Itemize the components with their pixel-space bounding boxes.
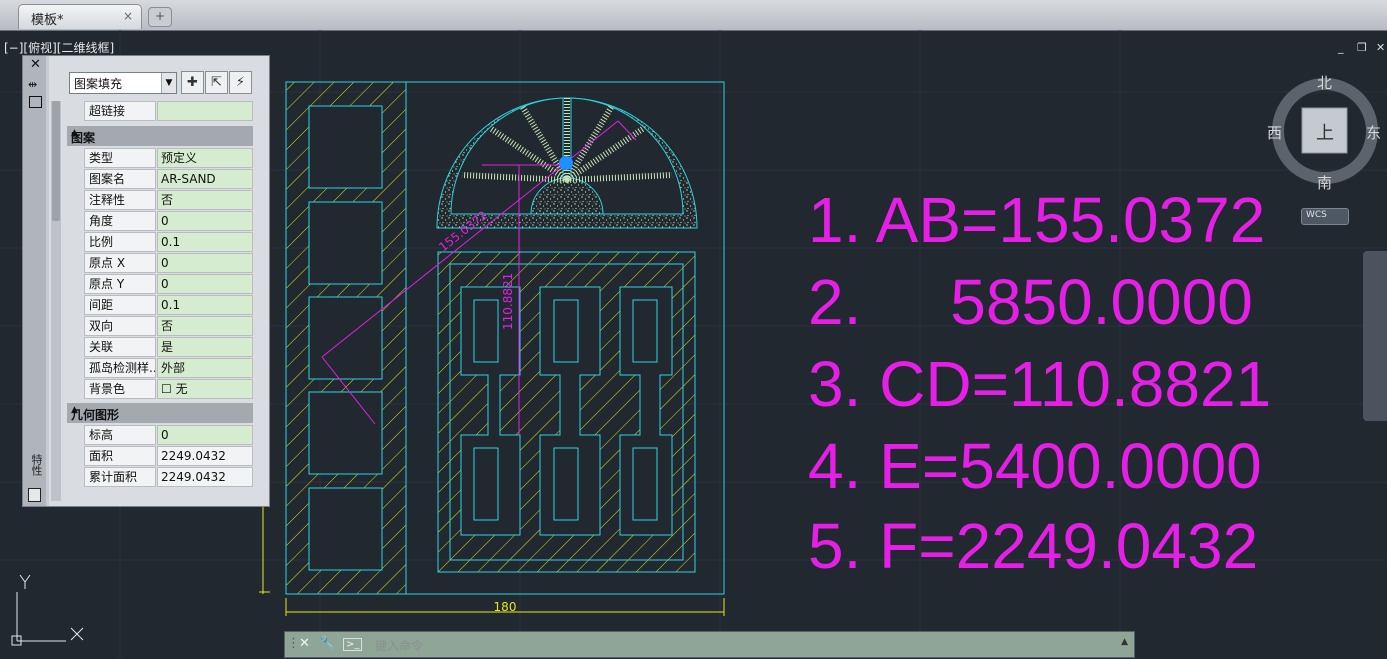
property-row[interactable]: 关联是 bbox=[84, 337, 253, 357]
answer-1: 1. AB=155.0372 bbox=[808, 184, 1266, 256]
pickadd-icon: ✚ bbox=[187, 75, 198, 90]
property-value[interactable]: 0.1 bbox=[157, 232, 253, 252]
dim-text-vertical: 110.8821 bbox=[501, 273, 515, 330]
property-value[interactable]: ☐ 无 bbox=[157, 379, 253, 399]
property-value: 2249.0432 bbox=[157, 446, 253, 466]
property-key: 孤岛检测样... bbox=[84, 358, 156, 378]
property-key: 间距 bbox=[84, 295, 156, 315]
viewport-label[interactable]: [−][俯视][二维线框] bbox=[4, 39, 114, 56]
object-type-value: 图案填充 bbox=[74, 77, 123, 91]
close-icon[interactable]: ✕ bbox=[1376, 41, 1385, 54]
restore-icon[interactable]: ❐ bbox=[1357, 41, 1367, 54]
palette-props-icon[interactable] bbox=[28, 488, 41, 502]
property-row[interactable]: 原点 Y0 bbox=[84, 274, 253, 294]
section-header-pattern[interactable]: 图案 ▲ bbox=[67, 126, 253, 146]
palette-autohide-icon[interactable]: ⇹ bbox=[28, 78, 37, 91]
toggle-pickadd-button[interactable]: ✚ bbox=[181, 71, 204, 94]
property-value[interactable]: AR-SAND bbox=[157, 169, 253, 189]
minimize-icon[interactable]: _ bbox=[1338, 41, 1344, 54]
grip-point[interactable] bbox=[559, 156, 573, 170]
property-key: 关联 bbox=[84, 337, 156, 357]
palette-title-strip[interactable]: ✕ ⇹ 特性 bbox=[23, 56, 46, 506]
quick-select-button[interactable]: ⚡ bbox=[229, 71, 252, 94]
close-icon[interactable]: ✕ bbox=[299, 636, 310, 651]
property-key: 累计面积 bbox=[84, 467, 156, 487]
property-key: 类型 bbox=[84, 148, 156, 168]
property-row[interactable]: 角度 0 bbox=[84, 211, 253, 231]
answer-4: 4. E=5400.0000 bbox=[808, 430, 1262, 502]
quick-select-icon: ⚡ bbox=[235, 75, 246, 90]
property-row[interactable]: 面积 2249.0432 bbox=[84, 446, 253, 466]
property-value[interactable]: 0 bbox=[157, 253, 253, 273]
select-objects-icon: ⇱ bbox=[211, 75, 222, 90]
palette-side-label: 特性 bbox=[30, 454, 43, 476]
property-key: 比例 bbox=[84, 232, 156, 252]
property-value[interactable]: 外部 bbox=[157, 358, 253, 378]
compass-north[interactable]: 北 bbox=[1317, 72, 1332, 93]
property-value[interactable]: 0 bbox=[157, 211, 253, 231]
palette-menu-icon[interactable] bbox=[29, 96, 42, 108]
navigation-bar[interactable] bbox=[1363, 251, 1387, 421]
property-value[interactable]: 是 bbox=[157, 337, 253, 357]
property-row[interactable]: 原点 X0 bbox=[84, 253, 253, 273]
answer-2: 2. 5850.0000 bbox=[808, 266, 1253, 338]
property-value[interactable]: 0 bbox=[157, 274, 253, 294]
chevron-down-icon: ▼ bbox=[161, 73, 176, 93]
property-value[interactable]: 否 bbox=[157, 190, 253, 210]
command-line[interactable]: ⋮ ✕ 🔧 >_ 键入命令 ▲ bbox=[284, 631, 1135, 658]
property-value: 2249.0432 bbox=[157, 467, 253, 487]
property-row[interactable]: 标高 0 bbox=[84, 425, 253, 445]
answer-5: 5. F=2249.0432 bbox=[808, 510, 1259, 582]
property-row[interactable]: 累计面积 2249.0432 bbox=[84, 467, 253, 487]
property-key: 注释性 bbox=[84, 190, 156, 210]
answer-3: 3. CD=110.8821 bbox=[808, 348, 1272, 420]
property-row-hyperlink[interactable]: 超链接 bbox=[84, 101, 253, 121]
section-header-geometry[interactable]: 几何图形 ▲ bbox=[67, 403, 253, 423]
chevron-up-icon[interactable]: ▲ bbox=[1121, 637, 1128, 647]
wcs-label: WCS bbox=[1306, 210, 1327, 220]
property-row[interactable]: 孤岛检测样... 外部 bbox=[84, 358, 253, 378]
property-value[interactable]: 预定义 bbox=[157, 148, 253, 168]
property-row[interactable]: 比例 0.1 bbox=[84, 232, 253, 252]
property-row[interactable]: 背景色 ☐ 无 bbox=[84, 379, 253, 399]
property-value[interactable]: 0.1 bbox=[157, 295, 253, 315]
property-row[interactable]: 注释性否 bbox=[84, 190, 253, 210]
property-row[interactable]: 间距 0.1 bbox=[84, 295, 253, 315]
property-row[interactable]: 类型 预定义 bbox=[84, 148, 253, 168]
property-value[interactable] bbox=[157, 101, 253, 121]
collapse-icon[interactable]: ▲ bbox=[71, 405, 245, 415]
property-row[interactable]: 双向否 bbox=[84, 316, 253, 336]
ucs-icon bbox=[11, 574, 84, 646]
compass-west[interactable]: 西 bbox=[1267, 122, 1282, 143]
property-key: 原点 X bbox=[84, 253, 156, 273]
property-row[interactable]: 图案名 AR-SAND bbox=[84, 169, 253, 189]
collapse-icon[interactable]: ▲ bbox=[71, 128, 245, 138]
property-value[interactable]: 0 bbox=[157, 425, 253, 445]
property-key: 角度 bbox=[84, 211, 156, 231]
property-value[interactable]: 否 bbox=[157, 316, 253, 336]
property-key: 超链接 bbox=[84, 101, 156, 121]
properties-palette: ✕ ⇹ 特性 图案填充 ▼ ✚ ⇱ ⚡ 超链接 图案 ▲ 类型 预定义 图案名 AR… bbox=[22, 55, 270, 507]
compass-east[interactable]: 东 bbox=[1366, 122, 1381, 143]
property-key: 面积 bbox=[84, 446, 156, 466]
palette-close-icon[interactable]: ✕ bbox=[30, 57, 41, 72]
door-panel[interactable] bbox=[437, 251, 696, 573]
compass-south[interactable]: 南 bbox=[1317, 172, 1332, 193]
palette-scrollbar[interactable] bbox=[51, 101, 61, 501]
dim-text-bottom: 180 bbox=[494, 600, 517, 614]
prompt-icon[interactable]: >_ bbox=[343, 638, 363, 651]
property-key: 原点 Y bbox=[84, 274, 156, 294]
property-key: 标高 bbox=[84, 425, 156, 445]
property-key: 双向 bbox=[84, 316, 156, 336]
viewcube-top-face[interactable]: 上 bbox=[1316, 119, 1334, 145]
wrench-icon[interactable]: 🔧 bbox=[319, 636, 335, 651]
command-input[interactable]: 键入命令 bbox=[375, 637, 423, 654]
property-key: 图案名 bbox=[84, 169, 156, 189]
select-objects-button[interactable]: ⇱ bbox=[205, 71, 228, 94]
scrollbar-thumb[interactable] bbox=[52, 101, 60, 221]
wcs-menu[interactable]: WCS bbox=[1301, 208, 1349, 225]
property-key: 背景色 bbox=[84, 379, 156, 399]
object-type-select[interactable]: 图案填充 ▼ bbox=[69, 72, 177, 94]
